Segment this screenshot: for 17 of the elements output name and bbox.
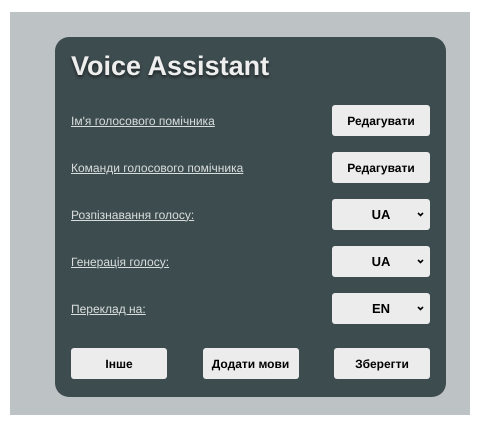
setting-link[interactable]: Переклад на: bbox=[71, 300, 146, 318]
action-button[interactable]: Додати мови bbox=[202, 348, 298, 379]
setting-link[interactable]: Розпізнавання голосу: bbox=[71, 206, 194, 224]
edit-button[interactable]: Редагувати bbox=[332, 105, 430, 136]
setting-link[interactable]: Команди голосового помічника bbox=[71, 158, 244, 176]
language-dropdown[interactable]: UA bbox=[332, 199, 430, 230]
language-dropdown[interactable]: EN bbox=[332, 293, 430, 324]
setting-link[interactable]: Ім'я голосового помічника bbox=[71, 112, 215, 130]
action-button[interactable]: Зберегти bbox=[334, 348, 430, 379]
app-title: Voice Assistant bbox=[71, 50, 270, 83]
chevron-down-icon bbox=[417, 259, 424, 264]
edit-button[interactable]: Редагувати bbox=[332, 152, 430, 183]
action-button[interactable]: Інше bbox=[71, 348, 167, 379]
chevron-down-icon bbox=[417, 212, 424, 217]
language-dropdown[interactable]: UA bbox=[332, 246, 430, 277]
chevron-down-icon bbox=[417, 306, 424, 311]
setting-link[interactable]: Генерація голосу: bbox=[71, 252, 170, 270]
